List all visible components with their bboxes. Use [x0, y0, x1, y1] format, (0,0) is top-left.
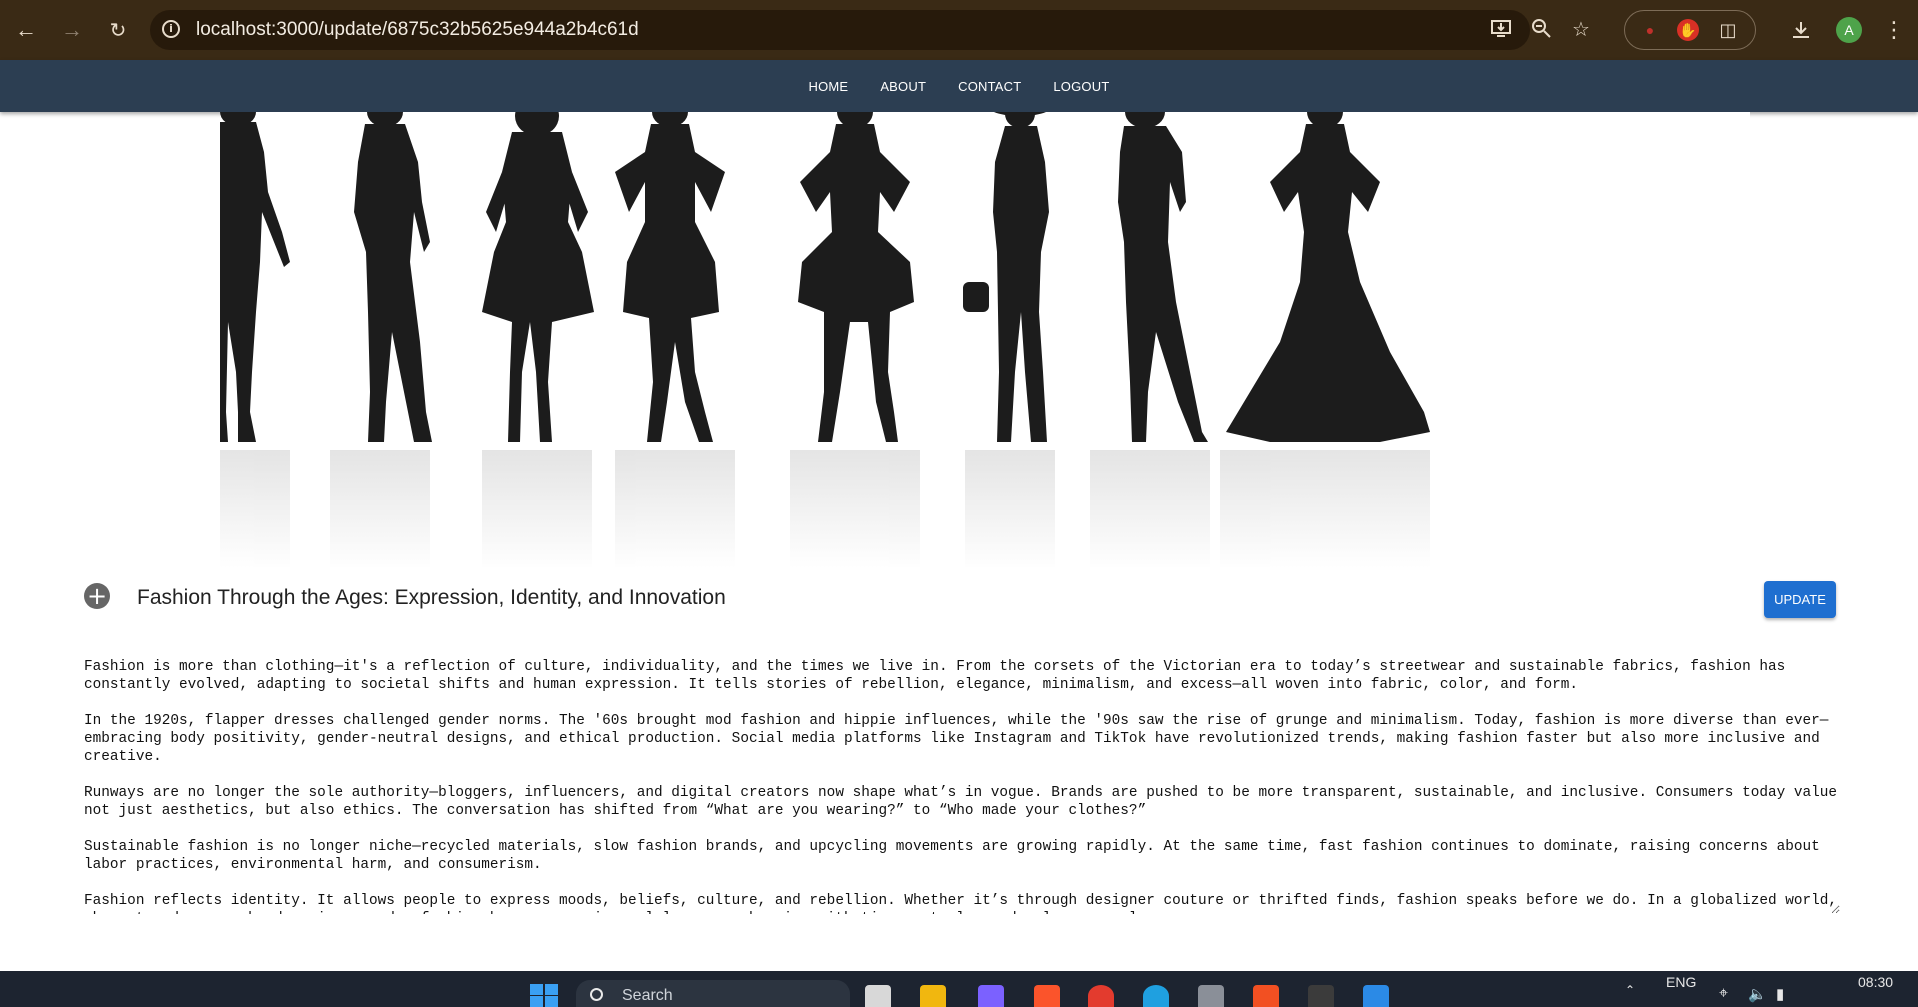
- hero-image: [220, 112, 1750, 568]
- windows-start-icon[interactable]: [530, 984, 558, 1007]
- star-icon[interactable]: ☆: [1568, 17, 1594, 43]
- edge-icon[interactable]: [1143, 985, 1169, 1007]
- puzzle-icon[interactable]: ◫: [1717, 19, 1739, 41]
- terminal-icon[interactable]: [1308, 985, 1334, 1007]
- nav-about-link[interactable]: ABOUT: [864, 79, 942, 94]
- forward-arrow-icon[interactable]: →: [54, 12, 90, 48]
- update-button[interactable]: UPDATE: [1764, 581, 1836, 618]
- reload-icon[interactable]: ↻: [100, 12, 136, 48]
- chevron-up-icon[interactable]: ⌃: [1625, 983, 1635, 997]
- windows-taskbar: Search ⌃ ENG ⌖ 🔈 ▮ 08:30: [0, 971, 1918, 1007]
- chrome-icon[interactable]: [1088, 985, 1114, 1007]
- add-circle-icon[interactable]: +: [84, 583, 110, 609]
- post-content-textarea[interactable]: Fashion is more than clothing—it's a ref…: [84, 658, 1840, 914]
- download-icon[interactable]: [1783, 12, 1819, 48]
- copilot-icon[interactable]: [978, 985, 1004, 1007]
- nav-home-link[interactable]: HOME: [793, 79, 865, 94]
- back-arrow-icon[interactable]: ←: [8, 12, 44, 48]
- app-icon[interactable]: [1198, 985, 1224, 1007]
- stop-extension-icon[interactable]: ✋: [1677, 19, 1699, 41]
- address-bar[interactable]: i localhost:3000/update/6875c32b5625e944…: [150, 10, 1590, 50]
- battery-icon[interactable]: ▮: [1776, 985, 1784, 1003]
- folder-icon[interactable]: [920, 985, 946, 1007]
- kebab-menu-icon[interactable]: ⋮: [1876, 12, 1912, 48]
- vscode-icon[interactable]: [1363, 985, 1389, 1007]
- url-text[interactable]: localhost:3000/update/6875c32b5625e944a2…: [196, 19, 639, 41]
- clock-time[interactable]: 08:30: [1858, 974, 1893, 990]
- info-icon[interactable]: i: [162, 20, 180, 38]
- profile-avatar[interactable]: A: [1836, 17, 1862, 43]
- search-icon: [590, 988, 603, 1001]
- store-icon[interactable]: [1253, 985, 1279, 1007]
- taskbar-search-placeholder: Search: [622, 987, 673, 1004]
- brave-extension-icon[interactable]: ●: [1639, 19, 1661, 41]
- browser-toolbar: ← → ↻ i localhost:3000/update/6875c32b56…: [0, 0, 1918, 60]
- volume-icon[interactable]: 🔈: [1748, 985, 1767, 1003]
- file-explorer-icon[interactable]: [865, 985, 891, 1007]
- install-app-icon[interactable]: [1488, 17, 1514, 43]
- fashion-silhouettes-illustration: [220, 112, 1430, 568]
- zoom-icon[interactable]: [1528, 17, 1554, 43]
- wifi-icon[interactable]: ⌖: [1719, 985, 1728, 1003]
- site-navbar: HOME ABOUT CONTACT LOGOUT: [0, 60, 1918, 112]
- nav-contact-link[interactable]: CONTACT: [942, 79, 1037, 94]
- extensions-group: ● ✋ ◫: [1624, 10, 1756, 50]
- nav-logout-link[interactable]: LOGOUT: [1037, 79, 1125, 94]
- language-indicator[interactable]: ENG: [1666, 974, 1696, 990]
- brave-browser-icon[interactable]: [1034, 985, 1060, 1007]
- post-title: Fashion Through the Ages: Expression, Id…: [137, 586, 726, 609]
- taskbar-search[interactable]: Search: [576, 980, 850, 1007]
